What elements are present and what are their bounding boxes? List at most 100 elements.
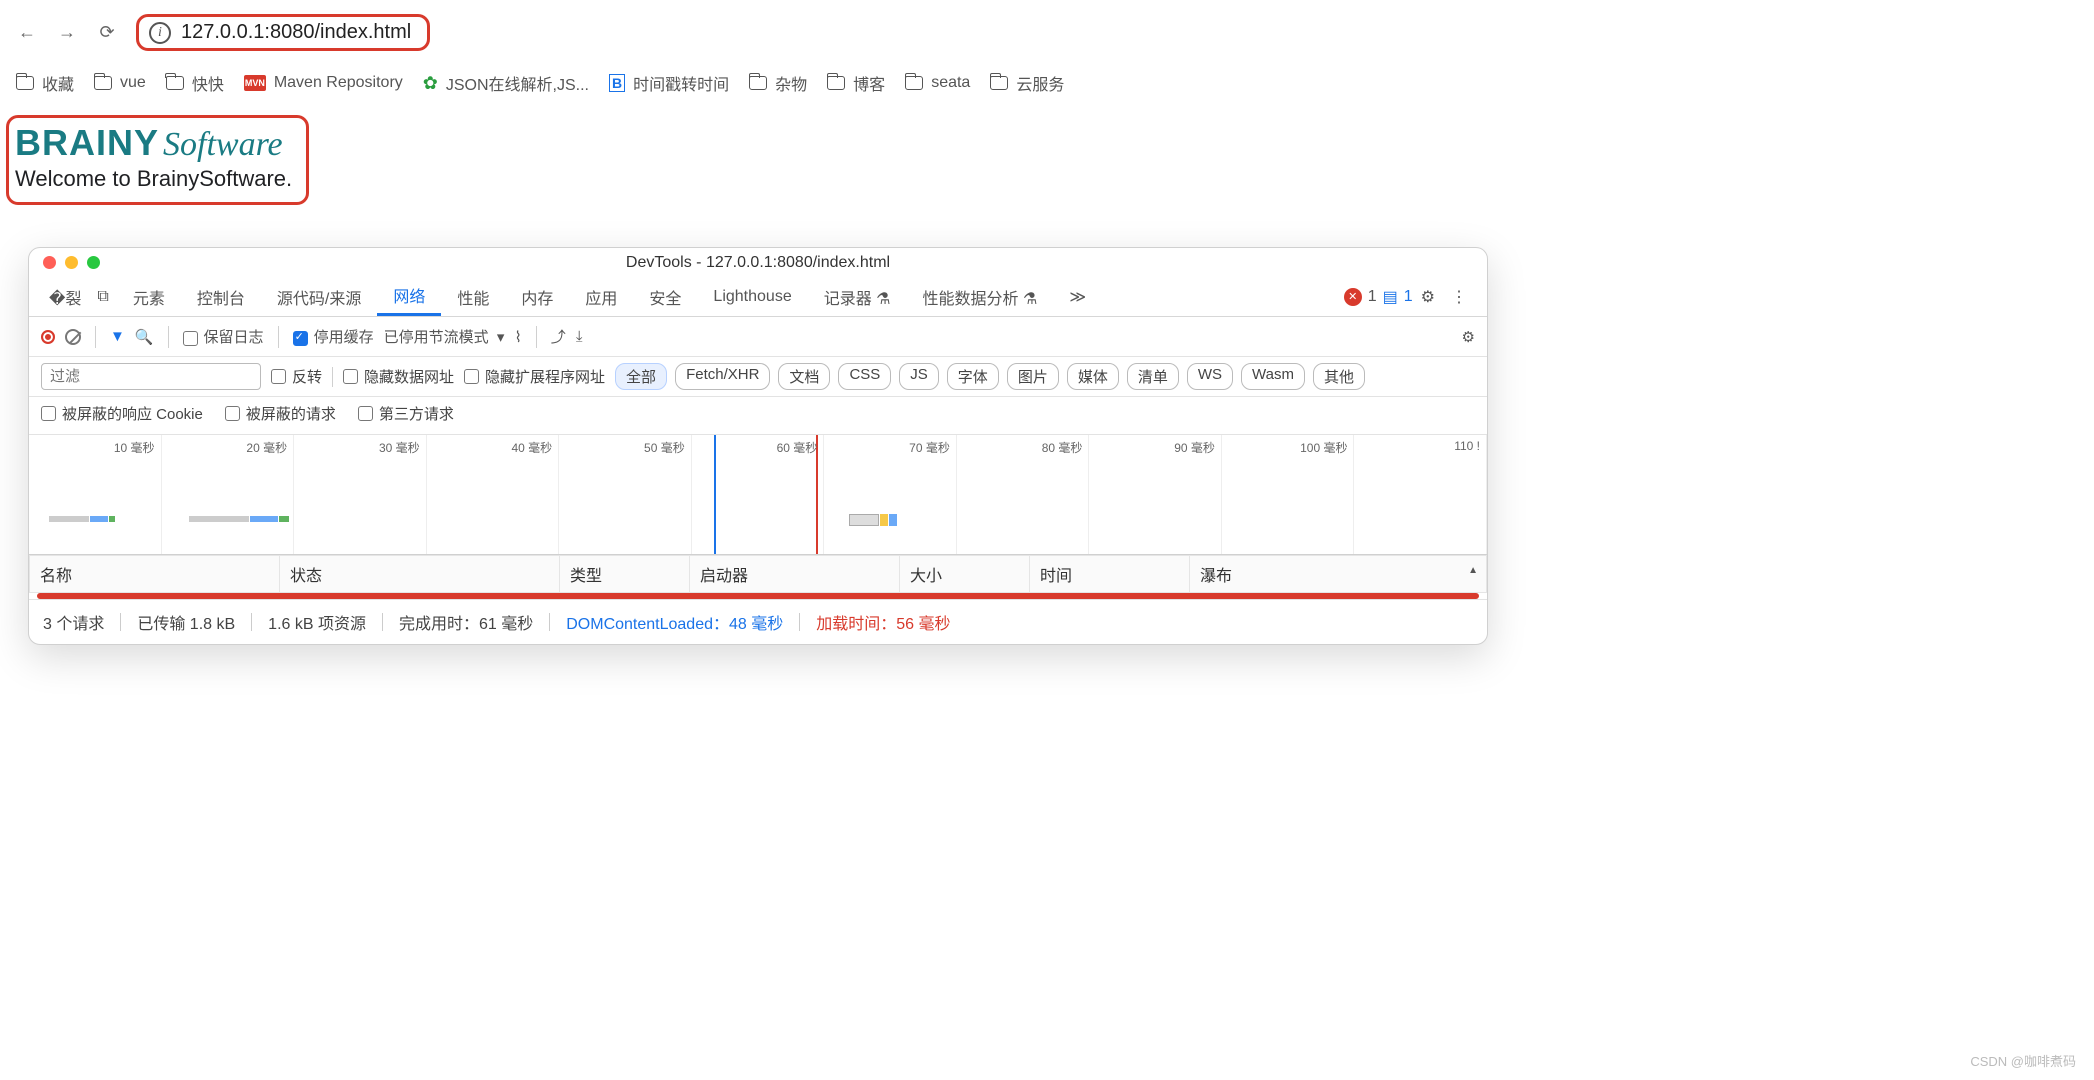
tab-控制台[interactable]: 控制台: [181, 277, 261, 316]
wifi-icon[interactable]: ⌇: [514, 328, 521, 346]
more-tabs-button[interactable]: ≫: [1053, 277, 1102, 316]
timeline-overview[interactable]: 10 毫秒20 毫秒30 毫秒40 毫秒50 毫秒60 毫秒70 毫秒80 毫秒…: [29, 435, 1487, 555]
window-title: DevTools - 127.0.0.1:8080/index.html: [29, 254, 1487, 272]
bookmark-item[interactable]: vue: [94, 74, 146, 92]
folder-icon: [905, 76, 923, 90]
tab-Lighthouse[interactable]: Lighthouse: [697, 277, 807, 316]
disable-cache-checkbox[interactable]: 停用缓存: [293, 326, 374, 347]
folder-icon: [94, 76, 112, 90]
tab-性能数据分析 ⚗[interactable]: 性能数据分析 ⚗: [907, 277, 1054, 316]
filter-chip[interactable]: JS: [899, 363, 939, 390]
col-waterfall[interactable]: 瀑布: [1190, 556, 1487, 593]
url-text: 127.0.0.1:8080/index.html: [181, 21, 411, 44]
network-filter-bar-2: 被屏蔽的响应 Cookie 被屏蔽的请求 第三方请求: [29, 397, 1487, 435]
error-icon: ✕: [1344, 288, 1362, 306]
tab-应用[interactable]: 应用: [569, 277, 633, 316]
kebab-icon[interactable]: ⋮: [1443, 287, 1475, 307]
site-info-icon[interactable]: i: [149, 22, 171, 44]
messages-badge[interactable]: ▤ 1: [1383, 287, 1413, 307]
record-button[interactable]: [41, 330, 55, 344]
footer-resources: 1.6 kB 项资源: [268, 610, 366, 634]
filter-chip[interactable]: 全部: [615, 363, 667, 390]
minimize-dot[interactable]: [65, 256, 78, 269]
tab-源代码/来源[interactable]: 源代码/来源: [261, 277, 377, 316]
devtools-tabs: �裂 ⧉ 元素控制台源代码/来源网络性能内存应用安全Lighthouse记录器 …: [29, 277, 1487, 317]
tab-性能[interactable]: 性能: [441, 277, 505, 316]
footer-requests: 3 个请求: [43, 610, 104, 634]
col-time[interactable]: 时间: [1030, 556, 1190, 593]
clear-button[interactable]: [65, 329, 81, 345]
tab-元素[interactable]: 元素: [117, 277, 181, 316]
back-button[interactable]: ←: [16, 22, 38, 44]
network-footer: 3 个请求 已传输 1.8 kB 1.6 kB 项资源 完成用时：61 毫秒 D…: [29, 599, 1487, 644]
tab-网络[interactable]: 网络: [377, 277, 441, 316]
reload-button[interactable]: ⟳: [96, 22, 118, 44]
footer-domcontentloaded: DOMContentLoaded：48 毫秒: [566, 610, 783, 634]
error-badge[interactable]: ✕1: [1344, 288, 1377, 306]
tab-安全[interactable]: 安全: [633, 277, 697, 316]
filter-chip[interactable]: Wasm: [1241, 363, 1305, 390]
forward-button[interactable]: →: [56, 22, 78, 44]
folder-icon: [990, 76, 1008, 90]
bookmark-item[interactable]: 快快: [166, 71, 224, 95]
preserve-log-checkbox[interactable]: 保留日志: [183, 326, 264, 347]
filter-chip[interactable]: 媒体: [1067, 363, 1119, 390]
footer-finish: 完成用时：61 毫秒: [399, 610, 533, 634]
upload-har-icon[interactable]: ⤴: [551, 326, 566, 347]
filter-chip[interactable]: 其他: [1313, 363, 1365, 390]
page-content: BRAINY Software Welcome to BrainySoftwar…: [0, 105, 2094, 235]
mvn-icon: MVN: [244, 75, 266, 91]
col-type[interactable]: 类型: [560, 556, 690, 593]
throttling-select[interactable]: 已停用节流模式 ▾: [384, 326, 505, 347]
blocked-cookies-checkbox[interactable]: 被屏蔽的响应 Cookie: [41, 403, 203, 424]
bookmark-item[interactable]: 杂物: [749, 71, 807, 95]
network-settings-icon[interactable]: ⚙: [1462, 328, 1475, 346]
zoom-dot[interactable]: [87, 256, 100, 269]
blocked-requests-checkbox[interactable]: 被屏蔽的请求: [225, 403, 336, 424]
filter-chip[interactable]: 图片: [1007, 363, 1059, 390]
invert-checkbox[interactable]: 反转: [271, 366, 322, 387]
device-icon[interactable]: ⧉: [89, 288, 116, 306]
bookmark-item[interactable]: 云服务: [990, 71, 1064, 95]
address-bar[interactable]: i 127.0.0.1:8080/index.html: [136, 14, 430, 51]
search-icon[interactable]: 🔍: [135, 328, 154, 346]
download-har-icon[interactable]: ⤓: [576, 328, 583, 345]
devtools-window: DevTools - 127.0.0.1:8080/index.html �裂 …: [28, 247, 1488, 645]
folder-icon: [827, 76, 845, 90]
bookmark-item[interactable]: 博客: [827, 71, 885, 95]
col-status[interactable]: 状态: [280, 556, 560, 593]
browser-chrome: ← → ⟳ i 127.0.0.1:8080/index.html 收藏 vue…: [0, 0, 2094, 105]
hide-data-urls-checkbox[interactable]: 隐藏数据网址: [343, 366, 454, 387]
time-icon: B: [609, 74, 625, 92]
hide-ext-urls-checkbox[interactable]: 隐藏扩展程序网址: [464, 366, 605, 387]
filter-chip[interactable]: 文档: [778, 363, 830, 390]
settings-icon[interactable]: ⚙: [1413, 287, 1443, 307]
filter-input[interactable]: [41, 363, 261, 390]
devtools-titlebar[interactable]: DevTools - 127.0.0.1:8080/index.html: [29, 248, 1487, 277]
inspect-icon[interactable]: �裂: [41, 285, 89, 309]
tab-记录器 ⚗[interactable]: 记录器 ⚗: [808, 277, 907, 316]
filter-chip[interactable]: 清单: [1127, 363, 1179, 390]
bookmark-item[interactable]: seata: [905, 74, 970, 92]
col-name[interactable]: 名称: [30, 556, 280, 593]
network-filter-bar: 反转 隐藏数据网址 隐藏扩展程序网址 全部 Fetch/XHR 文档 CSS JS 字体图…: [29, 357, 1487, 397]
welcome-text: Welcome to BrainySoftware.: [15, 166, 292, 192]
bookmark-item[interactable]: B时间戳转时间: [609, 71, 729, 95]
third-party-checkbox[interactable]: 第三方请求: [358, 403, 454, 424]
folder-icon: [16, 76, 34, 90]
filter-chip[interactable]: CSS: [838, 363, 891, 390]
bookmark-item[interactable]: ✿JSON在线解析,JS...: [423, 71, 589, 95]
bookmark-item[interactable]: 收藏: [16, 71, 74, 95]
filter-chip[interactable]: 字体: [947, 363, 999, 390]
col-initiator[interactable]: 启动器: [690, 556, 900, 593]
filter-chip[interactable]: WS: [1187, 363, 1233, 390]
footer-load: 加载时间：56 毫秒: [816, 610, 950, 634]
footer-transferred: 已传输 1.8 kB: [137, 610, 235, 634]
tab-内存[interactable]: 内存: [505, 277, 569, 316]
filter-toggle-icon[interactable]: ▼: [110, 328, 125, 345]
close-dot[interactable]: [43, 256, 56, 269]
col-size[interactable]: 大小: [900, 556, 1030, 593]
filter-chip[interactable]: Fetch/XHR: [675, 363, 770, 390]
bookmarks-bar: 收藏 vue 快快 MVNMaven Repository ✿JSON在线解析,…: [16, 71, 2078, 95]
bookmark-item[interactable]: MVNMaven Repository: [244, 74, 403, 92]
